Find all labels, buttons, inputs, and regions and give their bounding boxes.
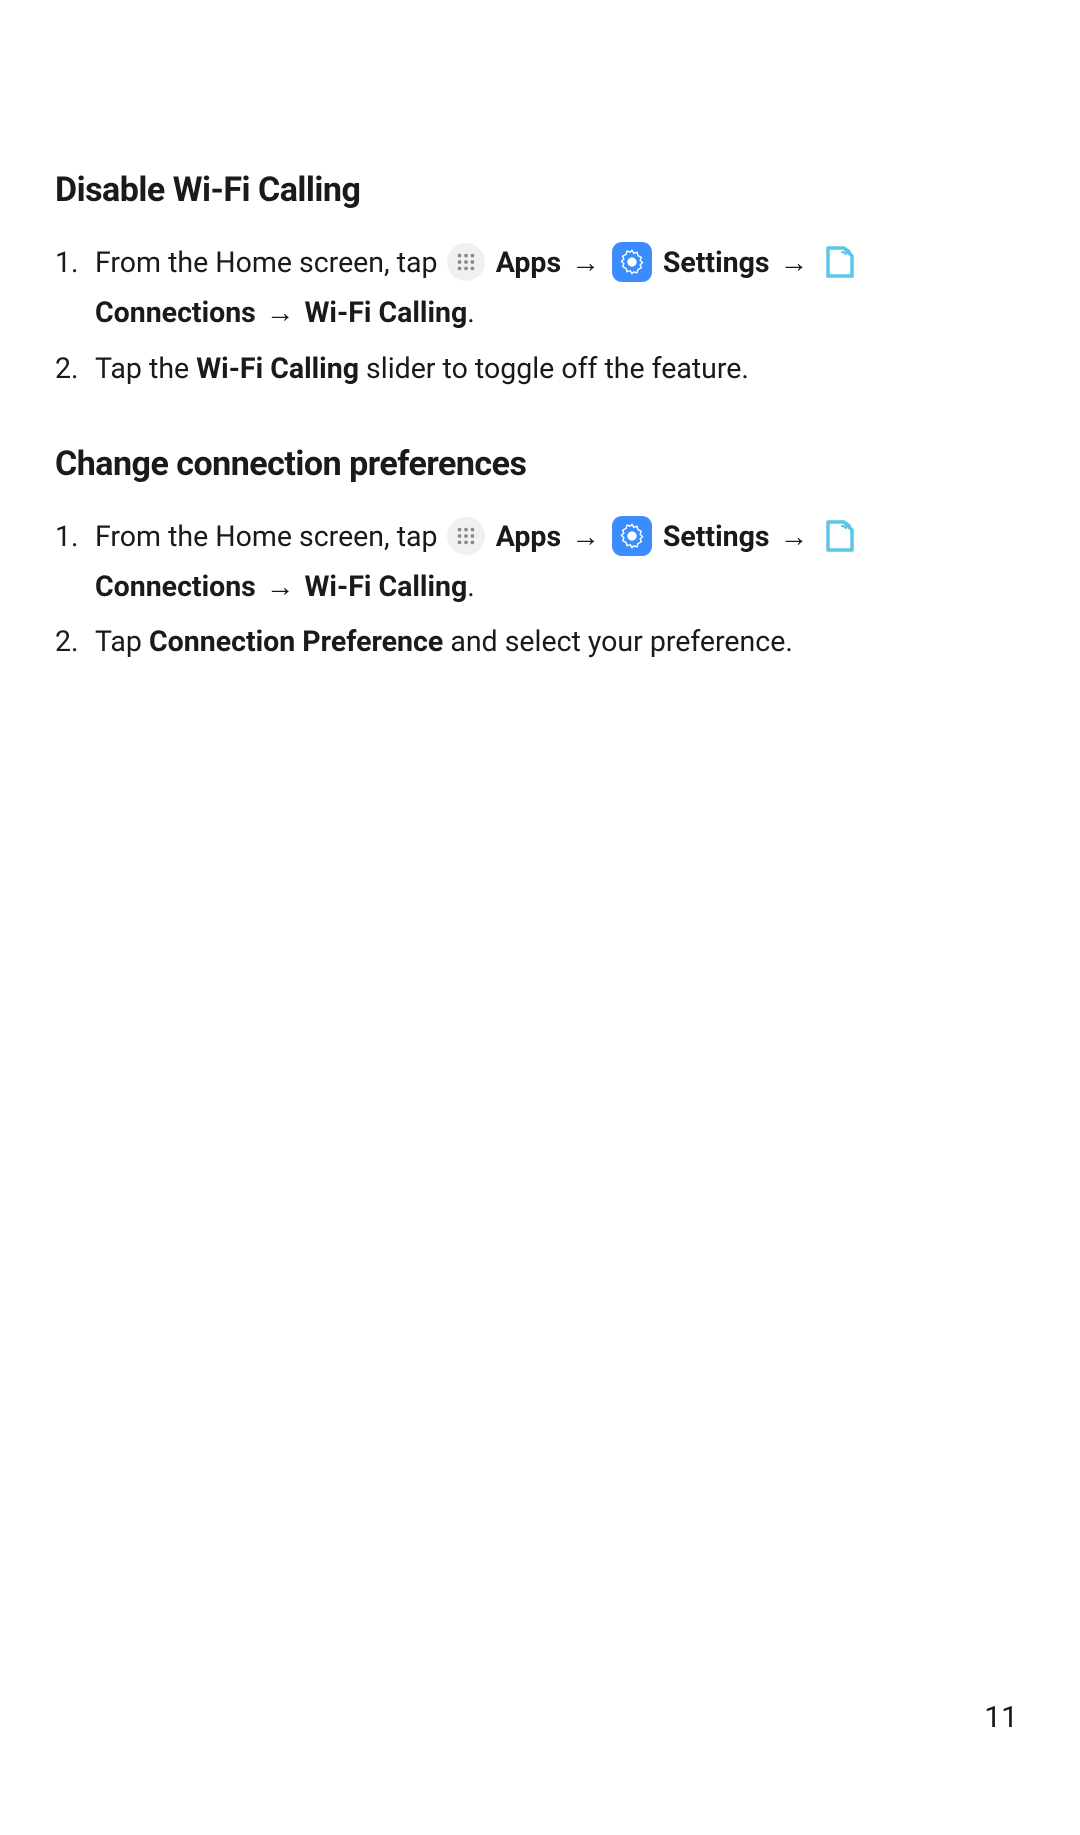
settings-label: Settings [663, 246, 770, 279]
steps-list-disable: From the Home screen, tap Apps → [55, 238, 1025, 394]
step-2-change: Tap Connection Preference and select you… [55, 617, 1025, 667]
settings-label: Settings [663, 520, 770, 553]
wifi-calling-bold: Wi-Fi Calling [196, 352, 359, 385]
section-heading-disable: Disable Wi-Fi Calling [55, 170, 1025, 210]
apps-icon [447, 517, 485, 555]
wifi-calling-label: Wi-Fi Calling [304, 570, 467, 603]
apps-label: Apps [496, 246, 561, 279]
connections-icon [820, 242, 860, 282]
settings-gear-icon [612, 242, 652, 282]
arrow: → [777, 520, 819, 553]
arrow: → [263, 570, 305, 603]
step-text: From the Home screen, tap [95, 246, 445, 279]
step-text: and select your preference. [443, 625, 793, 658]
settings-gear-icon [612, 516, 652, 556]
section-heading-change: Change connection preferences [55, 444, 1025, 484]
connections-icon [820, 516, 860, 556]
wifi-calling-label: Wi-Fi Calling [304, 296, 467, 329]
step-text: slider to toggle off the feature. [359, 352, 749, 385]
step-1-change: From the Home screen, tap Apps → [55, 512, 1025, 612]
arrow: → [568, 246, 610, 279]
page-number: 11 [984, 1700, 1018, 1735]
step-text: From the Home screen, tap [95, 520, 445, 553]
connections-label: Connections [95, 296, 256, 329]
arrow: → [777, 246, 819, 279]
connections-label: Connections [95, 570, 256, 603]
steps-list-change: From the Home screen, tap Apps → [55, 512, 1025, 668]
apps-label: Apps [496, 520, 561, 553]
arrow: → [568, 520, 610, 553]
apps-icon [447, 243, 485, 281]
period: . [467, 570, 475, 603]
step-2-disable: Tap the Wi-Fi Calling slider to toggle o… [55, 344, 1025, 394]
connection-preference-bold: Connection Preference [149, 625, 443, 658]
step-text: Tap the [95, 352, 196, 385]
step-text: Tap [95, 625, 149, 658]
arrow: → [263, 296, 305, 329]
step-1-disable: From the Home screen, tap Apps → [55, 238, 1025, 338]
period: . [467, 296, 475, 329]
